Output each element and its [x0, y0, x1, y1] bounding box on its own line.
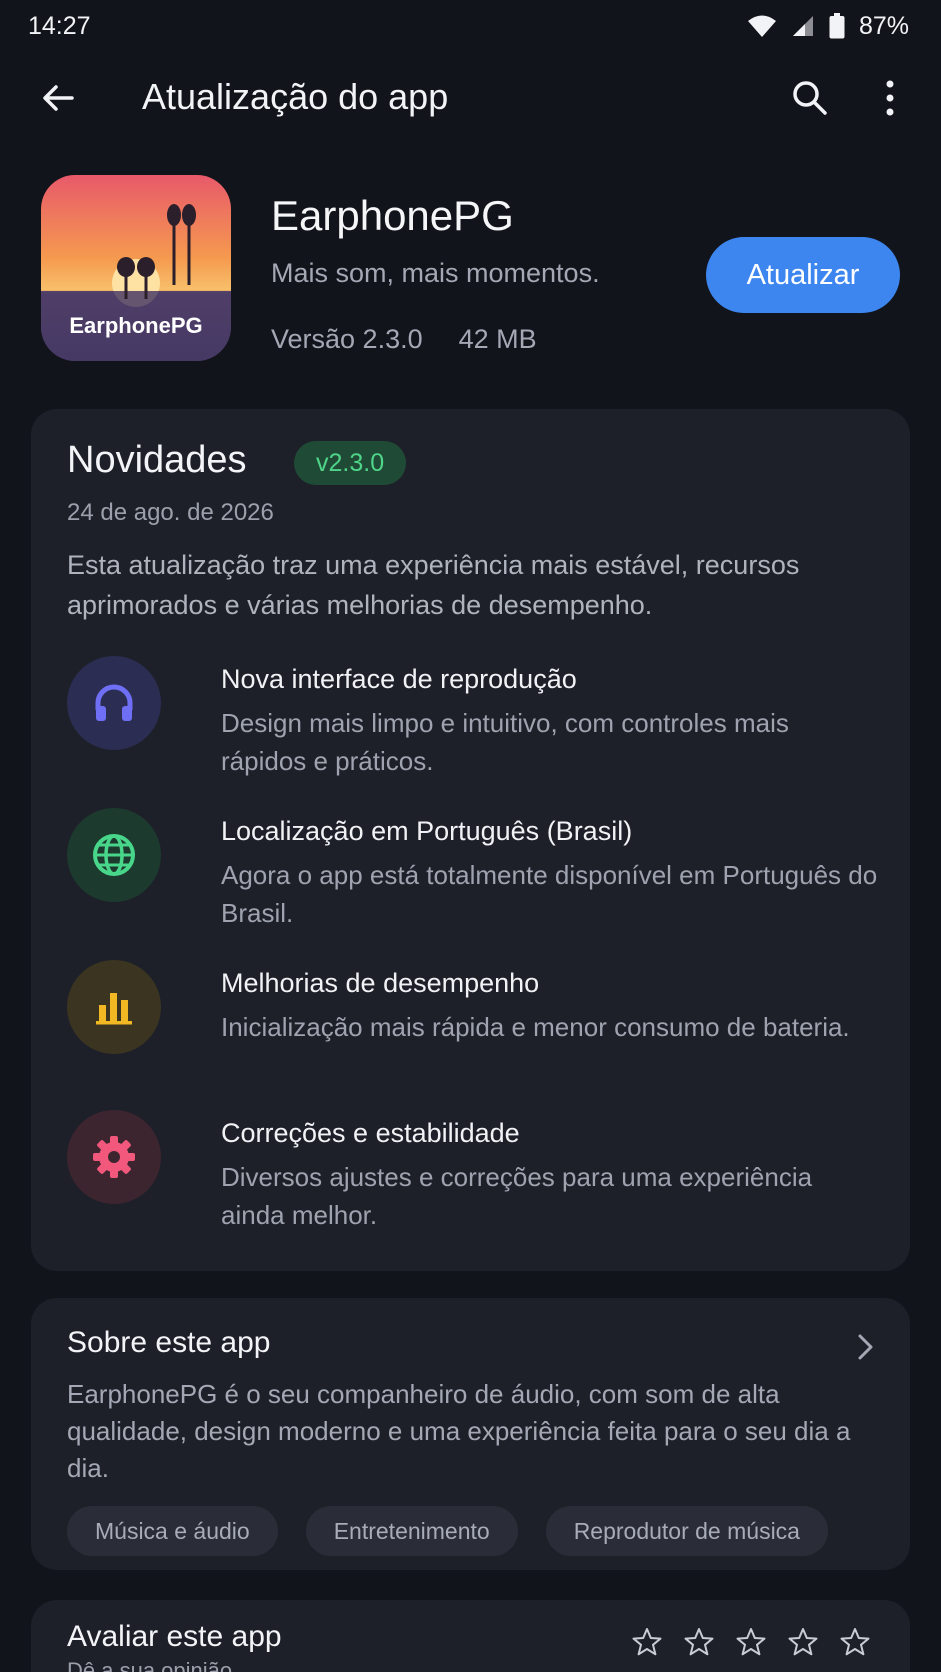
cell-signal-icon	[792, 16, 813, 36]
feature-description: Inicialização mais rápida e menor consum…	[221, 1012, 850, 1042]
version-badge: v2.3.0	[294, 441, 407, 485]
feature-item: Melhorias de desempenho Inicialização ma…	[67, 960, 877, 1090]
feature-title: Melhorias de desempenho	[221, 968, 540, 998]
rate-title: Avaliar este app	[67, 1620, 282, 1653]
star-icon[interactable]	[735, 1626, 767, 1658]
feature-description: Agora o app está totalmente disponível e…	[221, 860, 878, 928]
globe-icon	[93, 834, 135, 876]
feature-icon-badge	[67, 808, 161, 902]
app-name: EarphonePG	[271, 192, 514, 239]
feature-title: Correções e estabilidade	[221, 1118, 520, 1148]
app-icon: EarphonePG	[41, 175, 231, 361]
search-icon[interactable]	[788, 76, 832, 120]
gear-icon	[93, 1136, 135, 1178]
app-tagline: Mais som, mais momentos.	[271, 258, 600, 288]
feature-icon-badge	[67, 656, 161, 750]
category-chip[interactable]: Música e áudio	[67, 1506, 278, 1556]
about-description: EarphonePG é o seu companheiro de áudio,…	[67, 1379, 851, 1483]
battery-percent: 87%	[858, 11, 909, 40]
star-rating	[631, 1626, 871, 1658]
app-size: 42 MB	[458, 324, 537, 354]
feature-item: Nova interface de reprodução Design mais…	[67, 656, 877, 786]
more-options-icon[interactable]	[872, 76, 908, 120]
rate-app-card: Avaliar este app Dê a sua opinião	[31, 1600, 910, 1672]
rate-subtitle: Dê a sua opinião	[67, 1658, 233, 1672]
feature-title: Nova interface de reprodução	[221, 664, 577, 694]
feature-icon-badge	[67, 1110, 161, 1204]
wifi-icon	[747, 15, 776, 37]
app-version: Versão 2.3.0	[271, 324, 423, 354]
top-app-bar: Atualização do app	[0, 58, 941, 138]
feature-description: Design mais limpo e intuitivo, com contr…	[221, 708, 789, 776]
star-icon[interactable]	[631, 1626, 663, 1658]
feature-item: Correções e estabilidade Diversos ajuste…	[67, 1110, 877, 1240]
feature-icon-badge	[67, 960, 161, 1054]
star-icon[interactable]	[787, 1626, 819, 1658]
back-arrow-icon[interactable]	[38, 78, 78, 118]
page-title: Atualização do app	[142, 76, 449, 117]
star-icon[interactable]	[839, 1626, 871, 1658]
bar-chart-icon	[96, 993, 132, 1025]
feature-item: Localização em Português (Brasil) Agora …	[67, 808, 877, 938]
whats-new-description: Esta atualização traz uma experiência ma…	[67, 550, 800, 620]
category-chips: Música e áudio Entretenimento Reprodutor…	[67, 1506, 828, 1556]
whats-new-title: Novidades	[67, 439, 247, 481]
about-title: Sobre este app	[67, 1326, 271, 1359]
release-date: 24 de ago. de 2026	[67, 499, 274, 526]
app-icon-logo-text: EarphonePG	[69, 313, 202, 338]
headphones-icon	[95, 684, 133, 721]
update-button[interactable]: Atualizar	[706, 237, 900, 313]
app-meta: Versão 2.3.0 42 MB	[271, 324, 537, 355]
chevron-right-icon[interactable]	[851, 1330, 879, 1364]
feature-title: Localização em Português (Brasil)	[221, 816, 633, 846]
feature-description: Diversos ajustes e correções para uma ex…	[221, 1162, 813, 1230]
status-time: 14:27	[28, 11, 91, 40]
status-bar: 14:27 87%	[0, 0, 941, 52]
about-app-card[interactable]: Sobre este app EarphonePG é o seu compan…	[31, 1298, 910, 1570]
status-icons: 87%	[747, 12, 909, 41]
star-icon[interactable]	[683, 1626, 715, 1658]
category-chip[interactable]: Reprodutor de música	[545, 1506, 828, 1556]
category-chip[interactable]: Entretenimento	[305, 1506, 518, 1556]
battery-icon	[829, 13, 845, 39]
whats-new-card: Novidades v2.3.0 24 de ago. de 2026 Esta…	[31, 409, 910, 1271]
